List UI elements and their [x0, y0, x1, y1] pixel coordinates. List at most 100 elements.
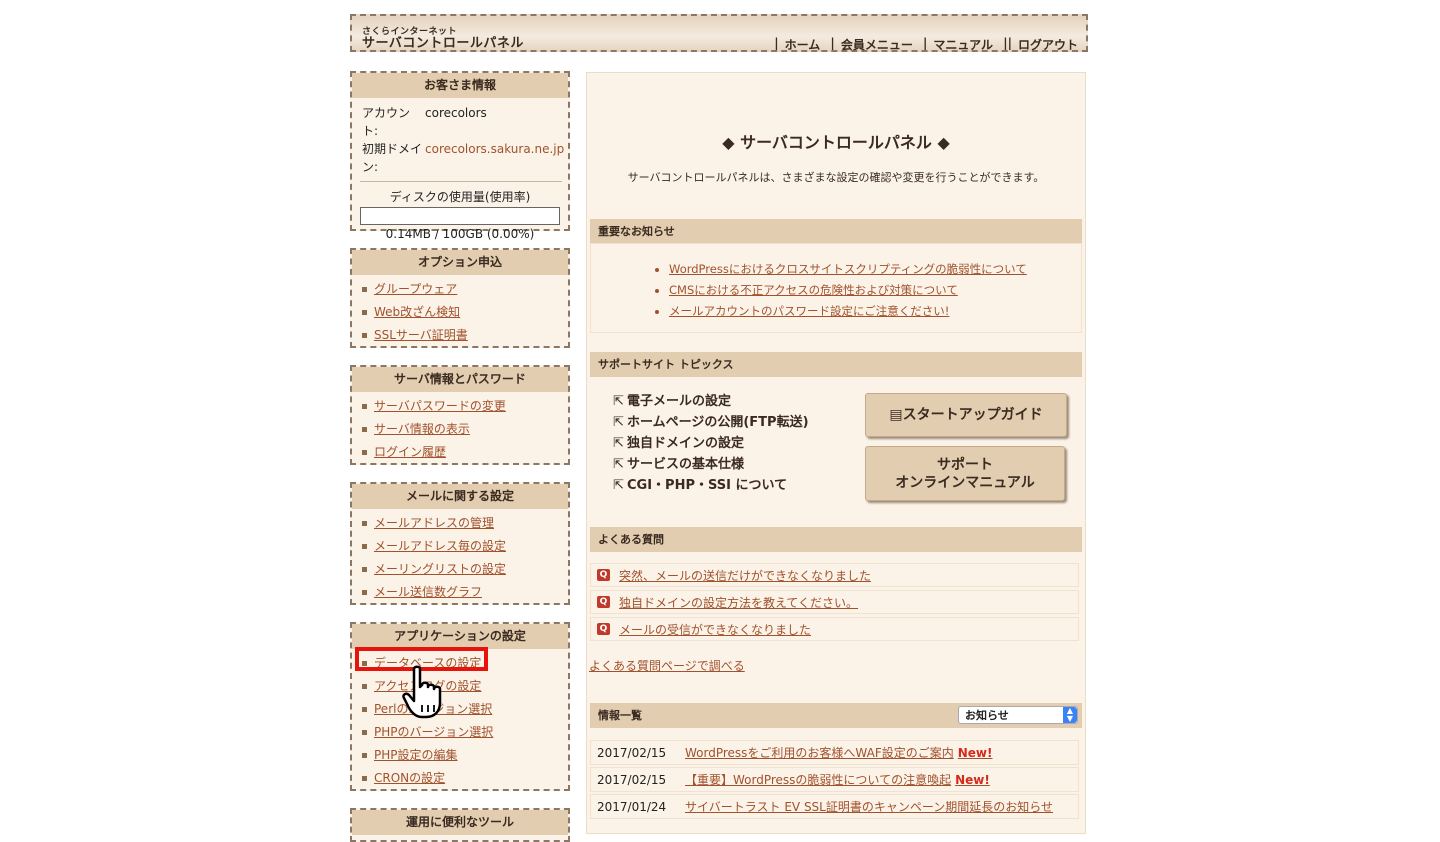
nav-separator: |	[918, 36, 928, 50]
mail-address-settings-link[interactable]: メールアドレス毎の設定	[374, 539, 506, 553]
question-icon: Q	[597, 623, 610, 635]
topic-cgi-php-ssi[interactable]: ⇱ CGI・PHP・SSI について	[613, 475, 809, 496]
news-link[interactable]: 【重要】WordPressの脆弱性についての注意喚起 New!	[685, 768, 990, 793]
select-arrows-icon: ▲ ▼	[1063, 707, 1077, 723]
menu-item-mail-each: メールアドレス毎の設定	[360, 535, 568, 558]
online-manual-label-2: オンラインマニュアル	[895, 475, 1035, 491]
menu-item-mailing-list: メーリングリストの設定	[360, 558, 568, 581]
online-manual-label-1: サポート	[937, 457, 993, 473]
option-box: オプション申込 グループウェア Web改ざん検知 SSLサーバ証明書	[350, 248, 570, 348]
square-bullet-icon	[362, 684, 367, 689]
news-category-select[interactable]: お知らせ ▲ ▼	[958, 706, 1078, 724]
square-bullet-icon	[362, 521, 367, 526]
notice-link-mail-password[interactable]: メールアカウントのパスワード設定にご注意ください!	[669, 304, 949, 318]
web-tamper-detect-link[interactable]: Web改ざん検知	[374, 305, 460, 319]
topics-list: ⇱ 電子メールの設定 ⇱ ホームページの公開(FTP転送) ⇱ 独自ドメインの設定 ⇱…	[613, 391, 809, 496]
online-manual-button[interactable]: サポート オンラインマニュアル	[865, 446, 1065, 501]
news-date: 2017/02/15	[597, 773, 667, 787]
menu-item-php-settings: PHP設定の編集	[360, 744, 568, 767]
square-bullet-icon	[362, 450, 367, 455]
hand-pointer-icon	[402, 665, 442, 719]
menu-item-mail-graph: メール送信数グラフ	[360, 581, 568, 604]
php-settings-link[interactable]: PHP設定の編集	[374, 748, 458, 762]
square-bullet-icon	[362, 707, 367, 712]
faq-link-send-mail[interactable]: 突然、メールの送信だけができなくなりました	[619, 564, 871, 588]
menu-item-access-log: アクセスログの設定	[360, 675, 568, 698]
mail-address-manage-link[interactable]: メールアドレスの管理	[374, 516, 494, 530]
external-link-icon: ⇱	[613, 457, 624, 472]
menu-item-groupware: グループウェア	[360, 278, 568, 301]
menu-item-ssl: SSLサーバ証明書	[360, 324, 568, 347]
news-row: 2017/01/24 サイバートラスト EV SSL証明書のキャンペーン期間延長…	[590, 794, 1079, 819]
logo-title: サーバコントロールパネル	[362, 36, 524, 51]
news-link[interactable]: サイバートラスト EV SSL証明書のキャンペーン期間延長のお知らせ	[685, 795, 1053, 820]
square-bullet-icon	[362, 287, 367, 292]
nav-home-link[interactable]: ホーム	[785, 36, 821, 53]
app-settings-title: アプリケーションの設定	[352, 624, 568, 649]
nav-separator: ||	[999, 36, 1012, 50]
news-title: 情報一覧	[598, 709, 642, 722]
external-link-icon: ⇱	[613, 415, 624, 430]
square-bullet-icon	[362, 730, 367, 735]
cron-settings-link[interactable]: CRONの設定	[374, 771, 445, 785]
topic-email[interactable]: ⇱ 電子メールの設定	[613, 391, 809, 412]
login-history-link[interactable]: ログイン履歴	[374, 445, 446, 459]
topic-homepage-ftp[interactable]: ⇱ ホームページの公開(FTP転送)	[613, 412, 809, 433]
news-row: 2017/02/15 【重要】WordPressの脆弱性についての注意喚起 New…	[590, 767, 1079, 792]
faq-link-receive-mail[interactable]: メールの受信ができなくなりました	[619, 618, 811, 642]
customer-info-box: お客さま情報 アカウント: corecolors 初期ドメイ ン: corecol…	[350, 71, 570, 241]
account-value: corecolors	[425, 106, 487, 120]
notice-section-header: 重要なお知らせ	[590, 219, 1082, 244]
domain-value: corecolors.sakura.ne.jp	[425, 140, 564, 176]
topic-service-spec[interactable]: ⇱ サービスの基本仕様	[613, 454, 809, 475]
menu-item-server-info: サーバ情報の表示	[360, 418, 568, 441]
external-link-icon: ⇱	[613, 394, 624, 409]
external-link-icon: ⇱	[613, 436, 624, 451]
mailing-list-link[interactable]: メーリングリストの設定	[374, 562, 506, 576]
notice-link-wordpress-xss[interactable]: WordPressにおけるクロスサイトスクリプティングの脆弱性について	[669, 262, 1027, 276]
page-description: サーバコントロールパネルは、さまざまな設定の確認や変更を行うことができます。	[627, 171, 1045, 184]
notice-link-cms-access[interactable]: CMSにおける不正アクセスの危険性および対策について	[669, 283, 958, 297]
startup-guide-button[interactable]: ▤スタートアップガイド	[865, 393, 1067, 437]
domain-link[interactable]: corecolors.sakura.ne.jp	[425, 142, 564, 156]
notice-item: WordPressにおけるクロスサイトスクリプティングの脆弱性について	[669, 259, 1027, 280]
external-link-icon: ⇱	[613, 478, 624, 493]
square-bullet-icon	[362, 310, 367, 315]
square-bullet-icon	[362, 590, 367, 595]
groupware-link[interactable]: グループウェア	[374, 282, 457, 296]
square-bullet-icon	[362, 567, 367, 572]
topic-domain[interactable]: ⇱ 独自ドメインの設定	[613, 433, 809, 454]
mail-settings-box: メールに関する設定 メールアドレスの管理 メールアドレス毎の設定 メーリングリス…	[350, 482, 570, 605]
faq-row: Q メールの受信ができなくなりました	[590, 617, 1079, 641]
question-icon: Q	[597, 596, 610, 608]
account-row: アカウント: corecolors	[352, 104, 568, 140]
ssl-certificate-link[interactable]: SSLサーバ証明書	[374, 328, 468, 342]
faq-row: Q 突然、メールの送信だけができなくなりました	[590, 563, 1079, 587]
php-version-link[interactable]: PHPのバージョン選択	[374, 725, 493, 739]
faq-more: よくある質問ページで調べる	[589, 657, 745, 674]
faq-search-link[interactable]: よくある質問ページで調べる	[589, 659, 745, 673]
square-bullet-icon	[362, 333, 367, 338]
option-title: オプション申込	[352, 250, 568, 275]
notice-item: CMSにおける不正アクセスの危険性および対策について	[669, 280, 1027, 301]
disk-usage-value: 0.14MB / 100GB (0.00%)	[385, 227, 535, 241]
server-info-title: サーバ情報とパスワード	[352, 367, 568, 392]
notice-list: WordPressにおけるクロスサイトスクリプティングの脆弱性について CMSに…	[649, 259, 1027, 322]
page-title: ◆ サーバコントロールパネル ◆	[722, 133, 950, 152]
news-link[interactable]: WordPressをご利用のお客様へWAF設定のご案内 New!	[685, 741, 993, 766]
nav-logout-link[interactable]: ログアウト	[1018, 36, 1078, 53]
customer-info-title: お客さま情報	[352, 73, 568, 98]
server-info-link[interactable]: サーバ情報の表示	[374, 422, 470, 436]
mail-send-graph-link[interactable]: メール送信数グラフ	[374, 585, 482, 599]
menu-item-server-password: サーバパスワードの変更	[360, 395, 568, 418]
nav-member-menu-link[interactable]: 会員メニュー	[841, 36, 913, 53]
server-password-link[interactable]: サーバパスワードの変更	[374, 399, 506, 413]
nav-manual-link[interactable]: マニュアル	[933, 36, 993, 53]
square-bullet-icon	[362, 544, 367, 549]
faq-link-domain[interactable]: 独自ドメインの設定方法を教えてください。	[619, 591, 858, 615]
menu-item-cron: CRONの設定	[360, 767, 568, 790]
news-row: 2017/02/15 WordPressをご利用のお客様へWAF設定のご案内 Ne…	[590, 740, 1079, 765]
news-section-header: 情報一覧 お知らせ ▲ ▼	[590, 703, 1082, 728]
square-bullet-icon	[362, 776, 367, 781]
nav-separator: |	[774, 36, 779, 50]
